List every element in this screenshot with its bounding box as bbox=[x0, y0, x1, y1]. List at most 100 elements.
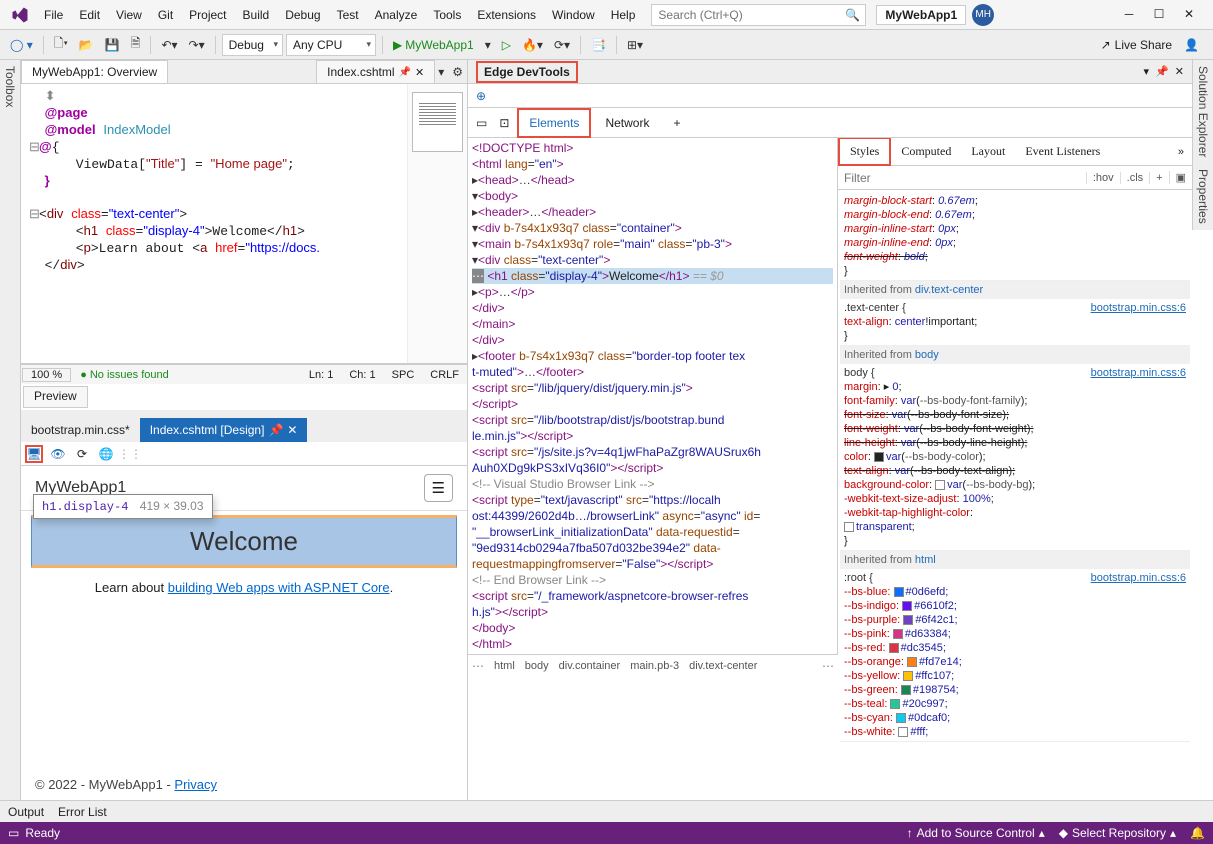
minimap[interactable] bbox=[407, 84, 467, 363]
hot-reload-icon[interactable]: 🔥▾ bbox=[518, 36, 547, 54]
browser-link-icon[interactable]: 📑 bbox=[587, 36, 610, 54]
browser-icon[interactable]: 🌐 bbox=[97, 445, 115, 463]
inh-link[interactable]: html bbox=[915, 554, 936, 566]
menu-edit[interactable]: Edit bbox=[71, 4, 108, 26]
welcome-heading[interactable]: Welcome bbox=[31, 515, 457, 568]
search-input[interactable] bbox=[658, 8, 845, 22]
pin-icon[interactable]: 📌 bbox=[268, 423, 283, 437]
encoding-indicator[interactable]: CRLF bbox=[422, 369, 467, 381]
solution-name[interactable]: MyWebApp1 bbox=[876, 5, 966, 25]
ruler-icon[interactable]: ⋮⋮ bbox=[121, 445, 139, 463]
visual-icon[interactable]: 👁 bbox=[49, 445, 67, 463]
filter-input[interactable] bbox=[838, 171, 1086, 185]
tab-layout[interactable]: Layout bbox=[961, 139, 1015, 164]
undo-icon[interactable]: ↶▾ bbox=[157, 36, 181, 54]
tab-add[interactable]: + bbox=[663, 110, 690, 136]
pin-icon[interactable]: 📌 bbox=[1155, 65, 1169, 78]
inh-link[interactable]: div.text-center bbox=[915, 284, 983, 296]
tab-index[interactable]: Index.cshtml 📌 ✕ bbox=[316, 60, 435, 83]
tab-close-icon[interactable]: ✕ bbox=[287, 423, 297, 437]
crumb-textcenter[interactable]: div.text-center bbox=[689, 660, 757, 672]
reload-icon[interactable]: ⊕ bbox=[476, 89, 486, 103]
no-issues[interactable]: No issues found bbox=[72, 369, 177, 381]
toolbox-tab[interactable]: Toolbox bbox=[0, 60, 21, 800]
refresh-icon[interactable]: ⟳ bbox=[73, 445, 91, 463]
select-repository[interactable]: ◆ Select Repository ▴ bbox=[1059, 826, 1176, 840]
tab-computed[interactable]: Computed bbox=[891, 139, 961, 164]
admin-icon[interactable]: 👤 bbox=[1184, 38, 1199, 52]
run-button[interactable]: MyWebApp1 bbox=[389, 36, 478, 54]
menu-build[interactable]: Build bbox=[235, 4, 278, 26]
menu-extensions[interactable]: Extensions bbox=[469, 4, 544, 26]
tab-events[interactable]: Event Listeners bbox=[1015, 139, 1110, 164]
crumb-body[interactable]: body bbox=[525, 660, 549, 672]
crumb-html[interactable]: html bbox=[494, 660, 515, 672]
line-indicator[interactable]: Ln: 1 bbox=[301, 369, 341, 381]
maximize-button[interactable]: ☐ bbox=[1151, 7, 1167, 22]
close-button[interactable]: ✕ bbox=[1181, 7, 1197, 22]
crumb-main[interactable]: main.pb-3 bbox=[630, 660, 679, 672]
redo-icon[interactable]: ↷▾ bbox=[185, 36, 209, 54]
menu-tools[interactable]: Tools bbox=[425, 4, 469, 26]
menu-project[interactable]: Project bbox=[181, 4, 234, 26]
hov-toggle[interactable]: :hov bbox=[1086, 172, 1120, 184]
devtools-title[interactable]: Edge DevTools bbox=[476, 61, 578, 83]
search-box[interactable]: 🔍 bbox=[651, 4, 866, 26]
add-source-control[interactable]: ↑ Add to Source Control ▴ bbox=[907, 826, 1045, 840]
crumbs-more-icon[interactable]: ⋯ bbox=[468, 659, 488, 673]
add-rule-icon[interactable]: + bbox=[1149, 172, 1168, 184]
live-share[interactable]: ↗ Live Share 👤 bbox=[1093, 38, 1207, 52]
new-icon[interactable]: 🗋▾ bbox=[50, 32, 72, 57]
dropdown-icon[interactable]: ▾ bbox=[1144, 65, 1150, 78]
crumb-container[interactable]: div.container bbox=[559, 660, 621, 672]
col-indicator[interactable]: Ch: 1 bbox=[341, 369, 383, 381]
tab-error-list[interactable]: Error List bbox=[58, 805, 107, 819]
menu-test[interactable]: Test bbox=[329, 4, 367, 26]
inspect-element-icon[interactable]: ▭ bbox=[472, 112, 491, 134]
pin-icon[interactable]: 📌 bbox=[399, 67, 411, 78]
user-avatar[interactable]: MH bbox=[972, 4, 994, 26]
inspect-icon[interactable]: 🖥 bbox=[25, 445, 43, 463]
tab-design[interactable]: Index.cshtml [Design] 📌 ✕ bbox=[140, 418, 308, 442]
tabs-overflow-icon[interactable]: ▾ bbox=[434, 60, 448, 83]
device-icon[interactable]: ⊡ bbox=[495, 112, 513, 134]
solution-explorer-tab[interactable]: Solution Explorer bbox=[1192, 60, 1213, 163]
hamburger-icon[interactable]: ☰ bbox=[424, 474, 453, 502]
config-select[interactable]: Debug bbox=[222, 34, 283, 56]
cls-toggle[interactable]: .cls bbox=[1120, 172, 1150, 184]
close-icon[interactable]: ✕ bbox=[1175, 65, 1184, 78]
learn-link[interactable]: building Web apps with ASP.NET Core bbox=[168, 580, 390, 595]
spaces-indicator[interactable]: SPC bbox=[384, 369, 423, 381]
tab-close-icon[interactable]: ✕ bbox=[415, 66, 424, 79]
platform-select[interactable]: Any CPU bbox=[286, 34, 376, 56]
preview-tab[interactable]: Preview bbox=[23, 386, 88, 408]
code-area[interactable]: ⬍ @page @model IndexModel ⊟@{ ViewData["… bbox=[21, 84, 407, 363]
menu-window[interactable]: Window bbox=[544, 4, 603, 26]
menu-view[interactable]: View bbox=[108, 4, 150, 26]
menu-analyze[interactable]: Analyze bbox=[367, 4, 426, 26]
open-icon[interactable]: 📂 bbox=[75, 36, 98, 54]
zoom-select[interactable]: 100 % bbox=[22, 368, 71, 382]
menu-debug[interactable]: Debug bbox=[277, 4, 328, 26]
dom-tree[interactable]: <!DOCTYPE html> <html lang="en"> ▸<head>… bbox=[468, 138, 838, 654]
notifications-icon[interactable]: 🔔 bbox=[1190, 826, 1205, 840]
tab-overview[interactable]: MyWebApp1: Overview bbox=[21, 60, 168, 83]
inh-link[interactable]: body bbox=[915, 349, 939, 361]
tabs-settings-icon[interactable]: ⚙ bbox=[448, 60, 467, 83]
more-tabs-icon[interactable]: » bbox=[1170, 146, 1192, 158]
menu-git[interactable]: Git bbox=[150, 4, 181, 26]
styles-content[interactable]: margin-block-start: 0.67em; margin-block… bbox=[838, 190, 1192, 800]
run-no-debug-icon[interactable]: ▷ bbox=[498, 36, 515, 54]
tab-css-file[interactable]: bootstrap.min.css* bbox=[21, 418, 140, 442]
crumbs-overflow-icon[interactable]: ⋯ bbox=[818, 659, 838, 673]
run-dropdown-icon[interactable]: ▾ bbox=[481, 36, 495, 54]
menu-help[interactable]: Help bbox=[603, 4, 644, 26]
layout-icon[interactable]: ⊞▾ bbox=[623, 36, 647, 54]
save-all-icon[interactable]: 🗎 bbox=[127, 32, 145, 57]
minimize-button[interactable]: ─ bbox=[1121, 7, 1137, 22]
tab-elements[interactable]: Elements bbox=[517, 108, 591, 138]
privacy-link[interactable]: Privacy bbox=[174, 777, 217, 792]
tab-output[interactable]: Output bbox=[8, 805, 44, 819]
menu-file[interactable]: File bbox=[36, 4, 71, 26]
browser-refresh-icon[interactable]: ⟳▾ bbox=[550, 36, 574, 54]
